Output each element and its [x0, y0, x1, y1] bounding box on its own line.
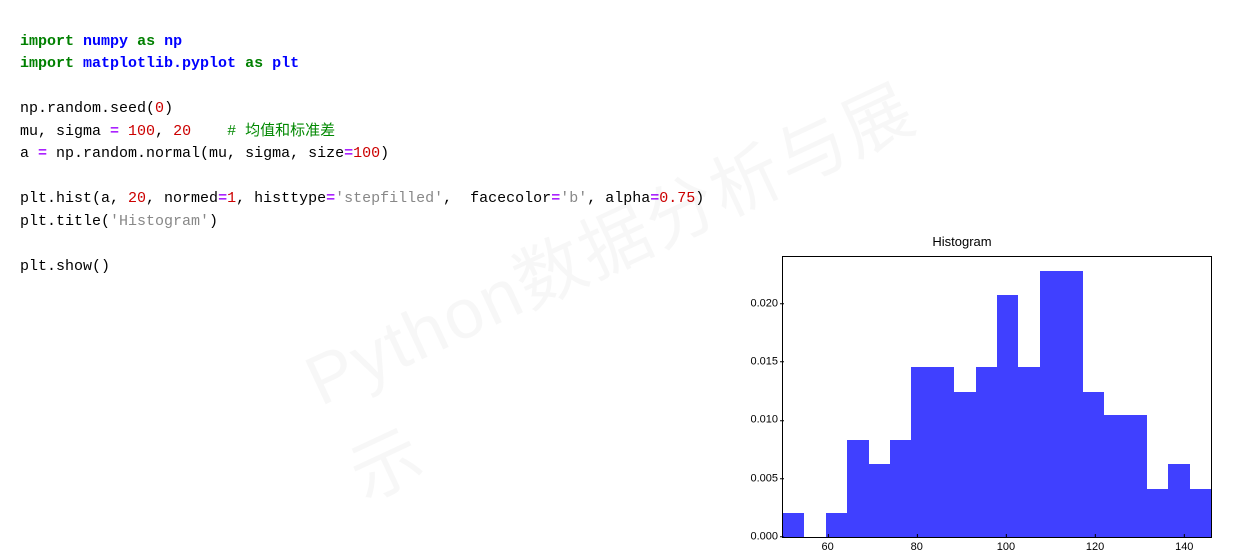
y-tick-label: 0.010: [733, 412, 778, 429]
histogram-bar: [1083, 392, 1104, 537]
code-line-1: import numpy as np: [20, 33, 182, 50]
x-tick-label: 120: [1086, 539, 1104, 555]
histogram-bar: [847, 440, 868, 537]
histogram-bar: [783, 513, 804, 536]
x-tick-label: 100: [997, 539, 1015, 555]
histogram-bar: [1018, 367, 1039, 536]
chart-title: Histogram: [734, 232, 1190, 252]
code-line-6: a = np.random.normal(mu, sigma, size=100…: [20, 145, 389, 162]
histogram-bar: [997, 295, 1018, 537]
y-tick-label: 0.020: [733, 295, 778, 312]
histogram-bar: [1168, 464, 1189, 536]
histogram-bar: [890, 440, 911, 537]
histogram-chart: Histogram 0.0000.0050.0100.0150.020 6080…: [734, 232, 1190, 540]
histogram-bar: [1147, 489, 1168, 537]
y-tick-label: 0.015: [733, 353, 778, 370]
code-line-4: np.random.seed(0): [20, 100, 173, 117]
histogram-bars: [783, 257, 1211, 537]
plot-frame: 0.0000.0050.0100.0150.020 6080100120140: [782, 256, 1212, 538]
x-axis-ticks: 60 80 100 120 140: [783, 539, 1211, 555]
x-tick-label: 60: [821, 539, 833, 555]
histogram-bar: [933, 367, 954, 536]
histogram-bar: [826, 513, 847, 536]
histogram-bar: [1126, 415, 1147, 536]
x-tick-label: 140: [1175, 539, 1193, 555]
histogram-bar: [976, 367, 997, 536]
code-line-2: import matplotlib.pyplot as plt: [20, 55, 299, 72]
histogram-bar: [954, 392, 975, 537]
histogram-bar: [1190, 489, 1211, 537]
y-axis-ticks: 0.0000.0050.0100.0150.020: [733, 257, 778, 537]
histogram-bar: [1061, 271, 1082, 537]
code-line-11: plt.show(): [20, 258, 110, 275]
histogram-bar: [911, 367, 932, 536]
histogram-bar: [869, 464, 890, 536]
code-line-9: plt.title('Histogram'): [20, 213, 218, 230]
code-line-5: mu, sigma = 100, 20 # 均值和标准差: [20, 123, 335, 140]
y-tick-label: 0.000: [733, 528, 778, 545]
y-tick-label: 0.005: [733, 470, 778, 487]
x-tick-label: 80: [911, 539, 923, 555]
histogram-bar: [1104, 415, 1125, 536]
histogram-bar: [1040, 271, 1061, 537]
code-line-8: plt.hist(a, 20, normed=1, histtype='step…: [20, 190, 704, 207]
